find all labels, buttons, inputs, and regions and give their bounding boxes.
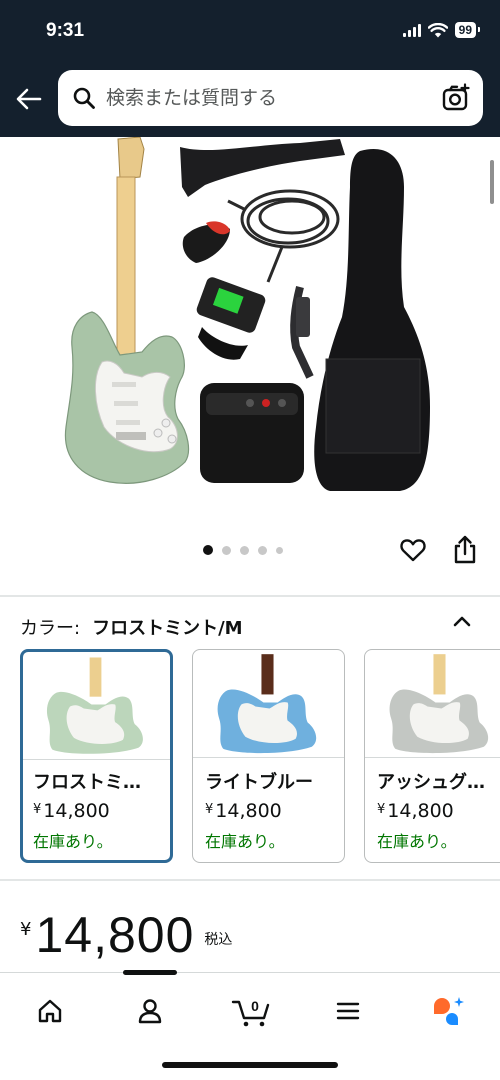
product-image	[64, 136, 430, 491]
home-icon	[38, 999, 62, 1023]
swatch-image	[193, 654, 344, 758]
nav-account[interactable]	[130, 991, 170, 1031]
swatch-name: ライトブルー	[205, 772, 313, 793]
swatch-price: ¥14,800	[33, 800, 110, 822]
swatch-price-value: 14,800	[43, 800, 110, 822]
search-input[interactable]	[106, 84, 426, 112]
nav-menu[interactable]	[328, 991, 368, 1031]
pagination-dot[interactable]	[276, 546, 283, 554]
battery-icon: 99	[454, 22, 481, 38]
swatch-price-value: 14,800	[215, 800, 282, 822]
yen-symbol: ¥	[205, 802, 214, 817]
yen-symbol: ¥	[33, 802, 42, 817]
swatch-image	[365, 654, 500, 758]
arrow-left-icon[interactable]	[14, 84, 44, 114]
menu-icon	[336, 1002, 360, 1020]
cellular-signal-icon	[402, 23, 421, 37]
nav-active-indicator	[123, 970, 177, 975]
color-swatch-frost-mint[interactable]: フロストミ… ¥14,800 在庫あり。	[20, 649, 173, 863]
account-icon	[138, 999, 162, 1024]
section-divider	[0, 879, 500, 881]
price-value: 14,800	[35, 907, 195, 963]
image-pagination-dots[interactable]	[203, 545, 283, 555]
search-icon	[73, 87, 95, 109]
heart-icon[interactable]	[399, 536, 427, 564]
pagination-dot[interactable]	[203, 545, 213, 555]
assistant-icon	[434, 997, 464, 1025]
tax-label: 税込	[204, 932, 233, 948]
swatch-price-value: 14,800	[387, 800, 454, 822]
swatch-stock-status: 在庫あり。	[33, 832, 113, 851]
chevron-up-icon[interactable]	[450, 610, 474, 634]
color-selector-header: カラー: フロストミント/M	[20, 614, 243, 640]
search-bar[interactable]	[58, 70, 483, 126]
home-indicator[interactable]	[162, 1062, 338, 1068]
camera-search-icon[interactable]	[441, 83, 471, 113]
swatch-stock-status: 在庫あり。	[377, 832, 457, 851]
price-yen-symbol: ¥	[20, 919, 32, 940]
nav-assistant[interactable]	[428, 991, 468, 1031]
guitar-strap	[180, 139, 345, 197]
status-time: 9:31	[46, 20, 85, 41]
yen-symbol: ¥	[377, 802, 386, 817]
swatch-image	[23, 657, 170, 760]
product-image-gallery[interactable]	[0, 136, 500, 527]
color-swatch-ash-gray[interactable]: アッシュグ… ¥14,800 在庫あり。	[364, 649, 500, 863]
cart-icon: 0	[231, 998, 270, 1027]
selected-color-name: フロストミント/M	[92, 618, 243, 639]
share-icon[interactable]	[452, 534, 478, 564]
swatch-stock-status: 在庫あり。	[205, 832, 285, 851]
guitar-neck	[116, 176, 136, 368]
cart-count: 0	[251, 998, 259, 1014]
gig-bag	[290, 148, 430, 491]
guitar-cable	[227, 189, 340, 283]
color-swatch-list[interactable]: フロストミ… ¥14,800 在庫あり。 ライトブルー ¥14,800 在庫あり…	[20, 649, 500, 864]
section-divider	[0, 595, 500, 597]
product-price: ¥ 14,800 税込	[20, 905, 232, 965]
nav-home[interactable]	[30, 991, 70, 1031]
pagination-dot[interactable]	[240, 545, 249, 555]
swatch-name: アッシュグ…	[377, 772, 485, 793]
swatch-price: ¥14,800	[205, 800, 282, 822]
swatch-name: フロストミ…	[33, 772, 141, 793]
color-swatch-light-blue[interactable]: ライトブルー ¥14,800 在庫あり。	[192, 649, 345, 863]
clip-tuner	[196, 277, 266, 360]
mini-amp	[200, 383, 304, 483]
swatch-price: ¥14,800	[377, 800, 454, 822]
app-header: 9:31 99	[0, 0, 500, 137]
nav-cart[interactable]: 0	[228, 991, 274, 1031]
guitar-headstock	[117, 136, 145, 180]
pagination-dot[interactable]	[222, 545, 231, 555]
wifi-icon	[427, 22, 448, 37]
pagination-dot[interactable]	[258, 545, 267, 555]
color-label: カラー:	[20, 618, 81, 639]
status-icons: 99	[402, 22, 481, 38]
gallery-scrollbar[interactable]	[490, 160, 494, 204]
